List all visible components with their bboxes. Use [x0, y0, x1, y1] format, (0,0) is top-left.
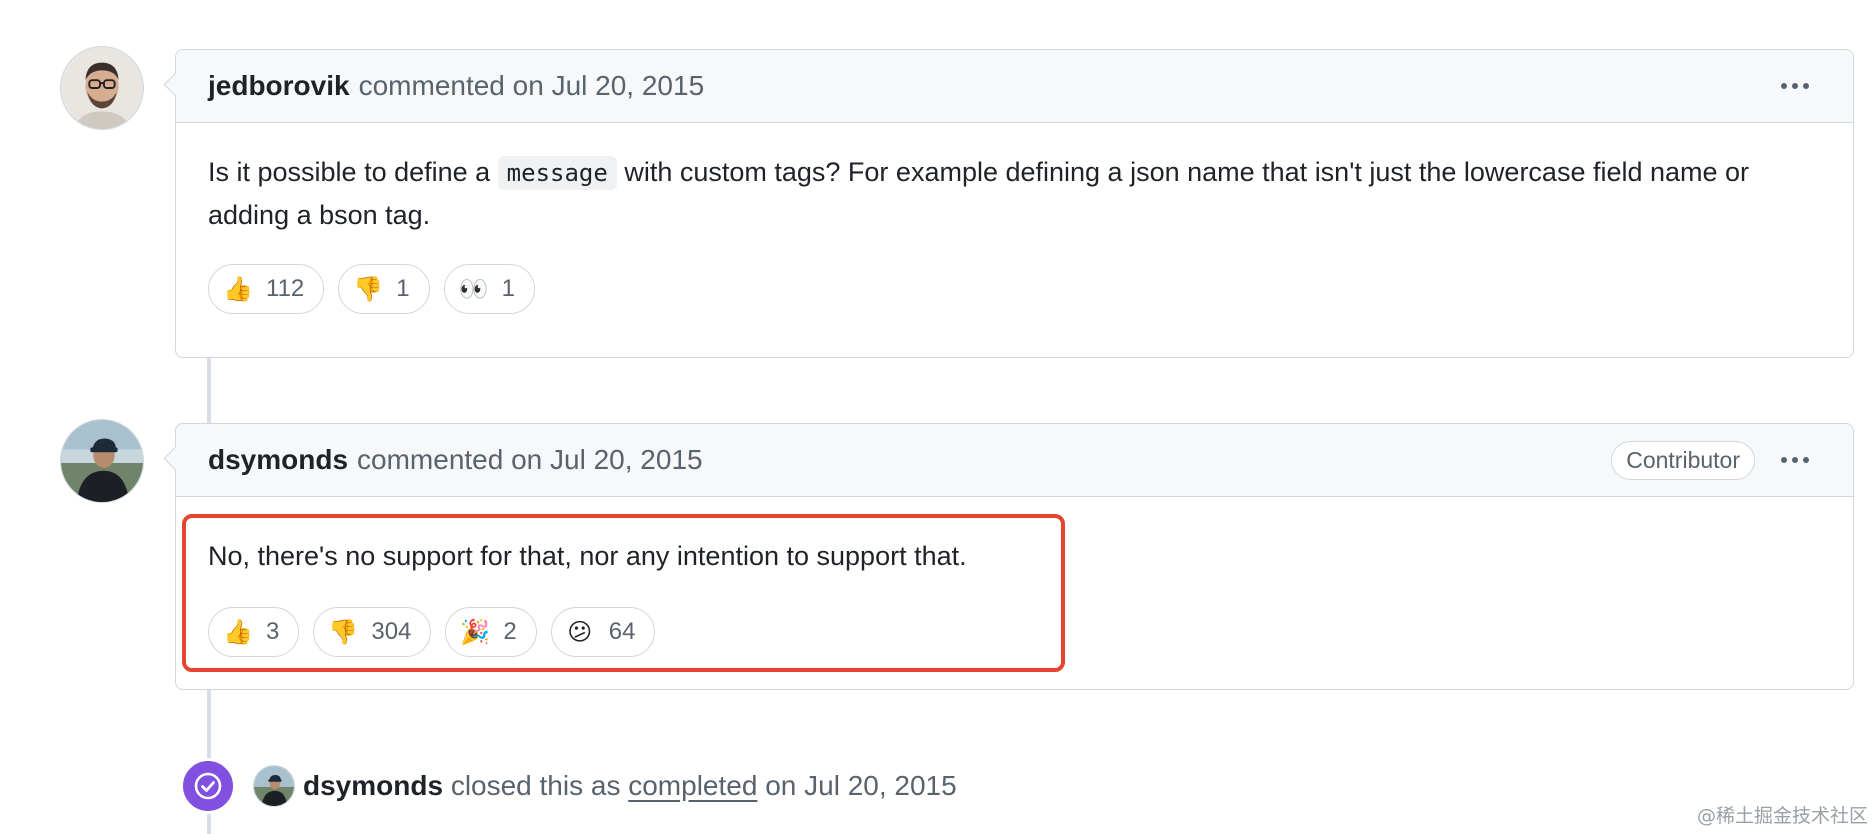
comment-text: Is it possible to define a message with … — [208, 156, 1750, 230]
reaction-thumbs-down[interactable]: 👎 1 — [338, 264, 430, 314]
closed-event: dsymonds closed this as completed on Jul… — [180, 758, 957, 814]
thumbs-down-icon: 👎 — [328, 618, 359, 646]
reaction-thumbs-up[interactable]: 👍 112 — [208, 264, 325, 314]
watermark: @稀土掘金技术社区 — [1696, 805, 1868, 827]
comment-2: dsymonds commented on Jul 20, 2015 Contr… — [175, 423, 1854, 690]
reaction-count: 112 — [266, 275, 305, 302]
comment-body: Is it possible to define a message with … — [176, 123, 1853, 346]
eyes-icon: 👀 — [458, 275, 489, 303]
confused-face-icon: 😕 — [567, 618, 593, 646]
comment-header: jedborovik commented on Jul 20, 2015 — [176, 50, 1853, 123]
reaction-confused[interactable]: 😕 64 — [550, 607, 656, 657]
more-options-icon[interactable] — [1777, 449, 1813, 471]
thumbs-down-icon: 👎 — [353, 275, 384, 303]
reaction-eyes[interactable]: 👀 1 — [443, 264, 535, 314]
reaction-count: 3 — [266, 618, 280, 645]
comment-timestamp[interactable]: commented on Jul 20, 2015 — [357, 444, 703, 476]
thumbs-up-icon: 👍 — [223, 618, 253, 646]
thumbs-up-icon: 👍 — [223, 275, 253, 303]
check-circle-icon — [180, 758, 236, 814]
avatar-dsymonds[interactable] — [60, 419, 144, 503]
event-text-before: closed this as — [450, 770, 621, 801]
comment-author[interactable]: jedborovik — [208, 70, 350, 102]
reaction-count: 1 — [501, 275, 515, 302]
reaction-count: 64 — [608, 618, 636, 645]
reaction-count: 304 — [371, 618, 412, 645]
avatar-dsymonds-small[interactable] — [253, 765, 295, 807]
reaction-count: 1 — [396, 275, 410, 302]
more-options-icon[interactable] — [1777, 75, 1813, 97]
completed-link[interactable]: completed — [628, 770, 757, 801]
comment-body: No, there's no support for that, nor any… — [176, 497, 1853, 689]
avatar-image — [61, 420, 143, 502]
comment-1: jedborovik commented on Jul 20, 2015 Is … — [175, 49, 1854, 358]
avatar-image — [61, 47, 143, 129]
reaction-thumbs-down[interactable]: 👎 304 — [313, 607, 432, 657]
event-author[interactable]: dsymonds — [303, 770, 443, 801]
comment-author[interactable]: dsymonds — [208, 444, 348, 476]
reaction-count: 2 — [503, 618, 517, 645]
contributor-badge: Contributor — [1611, 440, 1755, 480]
avatar-jedborovik[interactable] — [60, 46, 144, 130]
comment-text: No, there's no support for that, nor any… — [208, 541, 967, 571]
inline-code: message — [497, 156, 617, 190]
reactions-bar: 👍 112 👎 1 👀 1 — [208, 264, 1821, 314]
event-description: dsymonds closed this as completed on Jul… — [303, 770, 957, 802]
reaction-party-popper[interactable]: 🎉 2 — [445, 607, 537, 657]
party-popper-icon: 🎉 — [460, 618, 491, 646]
event-text-after: on Jul 20, 2015 — [765, 770, 957, 801]
reaction-thumbs-up[interactable]: 👍 3 — [208, 607, 300, 657]
issue-timeline: jedborovik commented on Jul 20, 2015 Is … — [0, 0, 1876, 834]
comment-header: dsymonds commented on Jul 20, 2015 Contr… — [176, 424, 1853, 497]
reactions-bar: 👍 3 👎 304 🎉 2 😕 64 — [208, 607, 1821, 657]
comment-timestamp[interactable]: commented on Jul 20, 2015 — [359, 70, 705, 102]
